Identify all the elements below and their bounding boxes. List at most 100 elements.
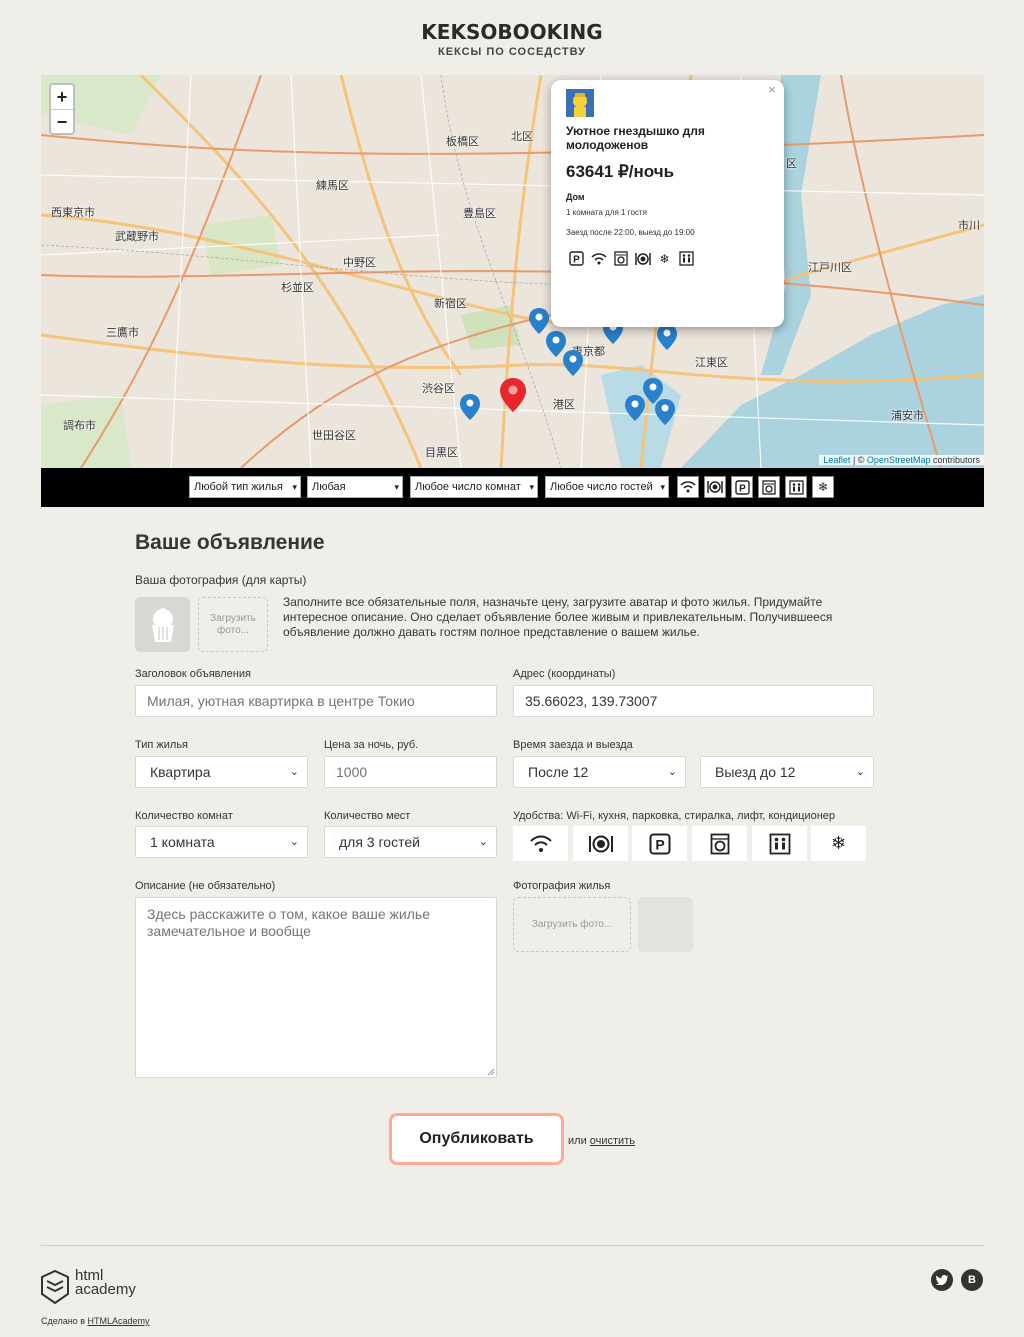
- feature-elevator[interactable]: [752, 826, 807, 861]
- feature-conditioner[interactable]: ❄: [811, 826, 866, 861]
- wifi-icon: [590, 250, 607, 267]
- filter-parking[interactable]: P: [731, 476, 753, 498]
- map-pin-icon[interactable]: [657, 324, 677, 350]
- address-input[interactable]: 35.66023, 139.73007: [513, 685, 874, 717]
- title-label: Заголовок объявления: [135, 668, 251, 680]
- map-label: 豊島区: [463, 208, 496, 220]
- zoom-in-button[interactable]: +: [51, 85, 73, 110]
- parking-icon: P: [649, 833, 670, 854]
- checkout-select[interactable]: Выезд до 12 ⌄: [700, 756, 874, 788]
- wifi-icon: [529, 835, 552, 852]
- made-by: Сделано в HTMLAcademy: [41, 1316, 150, 1326]
- filter-elevator[interactable]: [785, 476, 807, 498]
- chevron-down-icon: ▾: [529, 482, 534, 492]
- select-value: для 3 гостей: [339, 834, 420, 850]
- type-label: Тип жилья: [135, 739, 189, 751]
- map-label: 区: [786, 158, 797, 170]
- elevator-icon: [788, 479, 804, 495]
- title-input[interactable]: Милая, уютная квартирка в центре Токио: [135, 685, 497, 717]
- htmlacademy-link[interactable]: HTMLAcademy: [87, 1316, 149, 1326]
- popup-type: Дом: [566, 192, 585, 202]
- popup-price: 63641 ₽/ночь: [566, 162, 675, 181]
- address-label: Адрес (координаты): [513, 668, 616, 680]
- price-label: Цена за ночь, руб.: [324, 739, 419, 751]
- feature-wifi[interactable]: [513, 826, 568, 861]
- filter-conditioner[interactable]: ❄: [812, 476, 834, 498]
- map-label: 練馬区: [316, 180, 349, 192]
- zoom-out-button[interactable]: −: [51, 110, 73, 134]
- dishwasher-icon: [634, 250, 651, 267]
- price-filter[interactable]: Любая ▾: [307, 476, 403, 498]
- feature-dishwasher[interactable]: [573, 826, 628, 861]
- checkin-select[interactable]: После 12 ⌄: [513, 756, 686, 788]
- map-label: 目黒区: [425, 447, 458, 459]
- leaflet-link[interactable]: Leaflet: [823, 455, 850, 465]
- popup-avatar: [566, 89, 594, 117]
- map-label: 新宿区: [434, 298, 467, 310]
- avatar-label: Ваша фотография (для карты): [135, 573, 307, 587]
- washer-icon: [612, 250, 629, 267]
- popup-close-icon[interactable]: ×: [768, 82, 776, 97]
- rooms-filter[interactable]: Любое число комнат ▾: [410, 476, 538, 498]
- parking-icon: P: [568, 250, 585, 267]
- conditioner-icon: ❄: [830, 833, 847, 853]
- site-logo-title[interactable]: KEKSOBOOKING: [0, 20, 1024, 44]
- elevator-icon: [678, 250, 695, 267]
- description-textarea[interactable]: Здесь расскажите о том, какое ваше жилье…: [135, 897, 497, 1078]
- htmlacademy-logo-icon[interactable]: [41, 1270, 69, 1304]
- chevron-down-icon: ⌄: [667, 766, 677, 778]
- main-pin-icon[interactable]: [500, 378, 526, 412]
- map-label: 北区: [511, 131, 533, 143]
- map-label: 渋谷区: [422, 383, 455, 395]
- popup-title: Уютное гнездышко для молодоженов: [566, 124, 705, 152]
- map-label: 西東京市: [51, 207, 95, 219]
- map-label: 港区: [553, 399, 575, 411]
- feature-washer[interactable]: [692, 826, 747, 861]
- map-pin-icon[interactable]: [460, 394, 480, 420]
- vk-icon[interactable]: B: [961, 1269, 983, 1291]
- map-label: 市川: [958, 220, 980, 232]
- map-label: 三鷹市: [106, 327, 139, 339]
- filter-wifi[interactable]: [677, 476, 699, 498]
- map-attribution: Leaflet | © OpenStreetMap contributors: [819, 455, 984, 465]
- filter-value: Любой тип жилья: [194, 481, 283, 493]
- guests-filter[interactable]: Любое число гостей ▾: [545, 476, 669, 498]
- svg-text:P: P: [655, 836, 664, 852]
- features-label: Удобства: Wi-Fi, кухня, парковка, стирал…: [513, 810, 836, 822]
- type-select[interactable]: Квартира ⌄: [135, 756, 308, 788]
- housing-type-filter[interactable]: Любой тип жилья ▾: [189, 476, 301, 498]
- htmlacademy-logo-text[interactable]: html academy: [75, 1268, 136, 1297]
- reset-link[interactable]: очистить: [590, 1135, 635, 1147]
- photo-upload[interactable]: Загрузить фото...: [513, 897, 631, 952]
- parking-icon: P: [734, 479, 750, 495]
- select-value: Выезд до 12: [715, 764, 796, 780]
- submit-button[interactable]: Опубликовать: [389, 1113, 564, 1165]
- offer-popup: [551, 80, 784, 327]
- price-input[interactable]: 1000: [324, 756, 497, 788]
- footer-divider: [41, 1245, 984, 1246]
- resize-handle-icon[interactable]: [487, 1068, 495, 1076]
- twitter-icon[interactable]: [931, 1269, 953, 1291]
- upload-label: Загрузить фото...: [531, 918, 613, 930]
- avatar-upload[interactable]: Загрузить фото...: [198, 597, 268, 652]
- svg-text:P: P: [739, 483, 746, 494]
- attribution-separator: | ©: [850, 455, 867, 465]
- chevron-down-icon: ⌄: [855, 766, 865, 778]
- feature-parking[interactable]: P: [632, 826, 687, 861]
- popup-time: Заезд после 22:00, выезд до 19:00: [566, 228, 695, 237]
- rooms-select[interactable]: 1 комната ⌄: [135, 826, 308, 858]
- map-label: 浦安市: [891, 410, 924, 422]
- filter-dishwasher[interactable]: [704, 476, 726, 498]
- description-label: Описание (не обязательно): [135, 880, 276, 892]
- capacity-select[interactable]: для 3 гостей ⌄: [324, 826, 497, 858]
- map-pin-icon[interactable]: [625, 395, 645, 421]
- reset-text: или очистить: [568, 1135, 635, 1147]
- map-pin-icon[interactable]: [563, 350, 583, 376]
- dishwasher-icon: [588, 835, 613, 852]
- map-zoom-control: + −: [49, 83, 75, 135]
- filter-washer[interactable]: [758, 476, 780, 498]
- washer-icon: [762, 479, 776, 495]
- attribution-tail: contributors: [930, 455, 980, 465]
- map-pin-icon[interactable]: [655, 399, 675, 425]
- osm-link[interactable]: OpenStreetMap: [867, 455, 931, 465]
